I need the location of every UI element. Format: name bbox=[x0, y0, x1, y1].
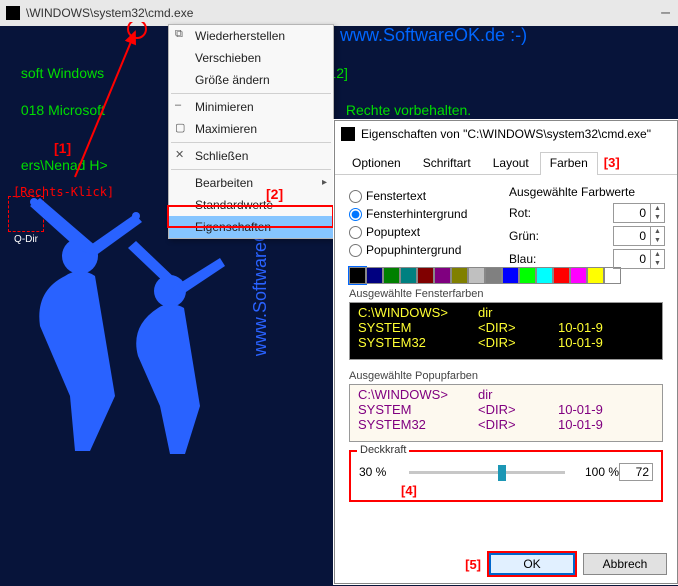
swatch-0[interactable] bbox=[349, 267, 366, 284]
menu-item-standardwerte[interactable]: Standardwerte bbox=[169, 194, 333, 216]
dialog-cmd-icon bbox=[341, 127, 355, 141]
menu-item-größe-ändern[interactable]: Größe ändern bbox=[169, 69, 333, 91]
spin-green[interactable]: ▲▼ bbox=[613, 226, 665, 246]
popup-preview-label: Ausgewählte Popupfarben bbox=[349, 370, 663, 382]
cmd-title-path: \WINDOWS\system32\cmd.exe bbox=[26, 6, 193, 20]
dialog-tabs: OptionenSchriftartLayoutFarben [3] bbox=[335, 147, 677, 175]
window-colors-preview: C:\WINDOWS>dirSYSTEM<DIR>10-01-9SYSTEM32… bbox=[349, 302, 663, 360]
swatch-6[interactable] bbox=[451, 267, 468, 284]
colors-panel: FenstertextFensterhintergrundPopuptextPo… bbox=[335, 175, 677, 512]
swatch-3[interactable] bbox=[400, 267, 417, 284]
annotation-label-1: [1] bbox=[54, 140, 71, 156]
swatch-8[interactable] bbox=[485, 267, 502, 284]
cmd-title-bar[interactable]: \WINDOWS\system32\cmd.exe – bbox=[0, 0, 678, 26]
window-preview-label: Ausgewählte Fensterfarben bbox=[349, 288, 663, 300]
opacity-value-input[interactable] bbox=[619, 463, 653, 481]
annotation-label-4: [4] bbox=[401, 483, 417, 498]
menu-item-eigenschaften[interactable]: Eigenschaften bbox=[169, 216, 333, 238]
swatch-4[interactable] bbox=[417, 267, 434, 284]
menu-item-wiederherstellen[interactable]: ⧉Wiederherstellen bbox=[169, 25, 333, 47]
annotation-label-5: [5] bbox=[465, 557, 481, 572]
popup-colors-preview: C:\WINDOWS>dirSYSTEM<DIR>10-01-9SYSTEM32… bbox=[349, 384, 663, 442]
cmd-icon bbox=[6, 6, 20, 20]
opacity-legend: Deckkraft bbox=[357, 444, 409, 456]
properties-dialog: Eigenschaften von "C:\WINDOWS\system32\c… bbox=[334, 120, 678, 584]
annotation-label-2: [2] bbox=[266, 186, 283, 202]
tab-layout[interactable]: Layout bbox=[482, 151, 540, 174]
opacity-group: Deckkraft 30 % 100 % [4] bbox=[349, 450, 663, 502]
opacity-min-label: 30 % bbox=[359, 465, 403, 479]
ok-button[interactable]: OK bbox=[489, 553, 575, 575]
cancel-button[interactable]: Abbrech bbox=[583, 553, 667, 575]
menu-item-schließen[interactable]: ✕Schließen bbox=[169, 145, 333, 167]
annotation-rechts-klick: [Rechts-Klick] bbox=[13, 185, 114, 199]
spin-blue[interactable]: ▲▼ bbox=[613, 249, 665, 269]
watermark-url-top: www.SoftwareOK.de :-) bbox=[340, 26, 527, 44]
dialog-title-text: Eigenschaften von "C:\WINDOWS\system32\c… bbox=[361, 127, 651, 141]
terminal-body: www.SoftwareOK.de :-) soft Windows 4.112… bbox=[0, 26, 678, 82]
tab-optionen[interactable]: Optionen bbox=[341, 151, 412, 174]
swatch-1[interactable] bbox=[366, 267, 383, 284]
system-context-menu: ⧉WiederherstellenVerschiebenGröße ändern… bbox=[168, 24, 334, 239]
swatch-2[interactable] bbox=[383, 267, 400, 284]
minimize-icon[interactable]: – bbox=[661, 4, 670, 22]
menu-item-bearbeiten[interactable]: Bearbeiten▸ bbox=[169, 172, 333, 194]
spin-red[interactable]: ▲▼ bbox=[613, 203, 665, 223]
opacity-slider[interactable] bbox=[409, 462, 565, 482]
menu-item-minimieren[interactable]: –Minimieren bbox=[169, 96, 333, 118]
swatch-5[interactable] bbox=[434, 267, 451, 284]
menu-item-maximieren[interactable]: ▢Maximieren bbox=[169, 118, 333, 140]
tab-farben[interactable]: Farben bbox=[540, 152, 598, 175]
tab-schriftart[interactable]: Schriftart bbox=[412, 151, 482, 174]
selected-color-values: Ausgewählte Farbwerte Rot: ▲▼ Grün: ▲▼ B… bbox=[509, 185, 665, 272]
opacity-max-label: 100 % bbox=[571, 465, 619, 479]
annotation-label-3: [3] bbox=[604, 155, 620, 170]
menu-item-verschieben[interactable]: Verschieben bbox=[169, 47, 333, 69]
dialog-title-bar[interactable]: Eigenschaften von "C:\WINDOWS\system32\c… bbox=[335, 121, 677, 147]
swatch-7[interactable] bbox=[468, 267, 485, 284]
